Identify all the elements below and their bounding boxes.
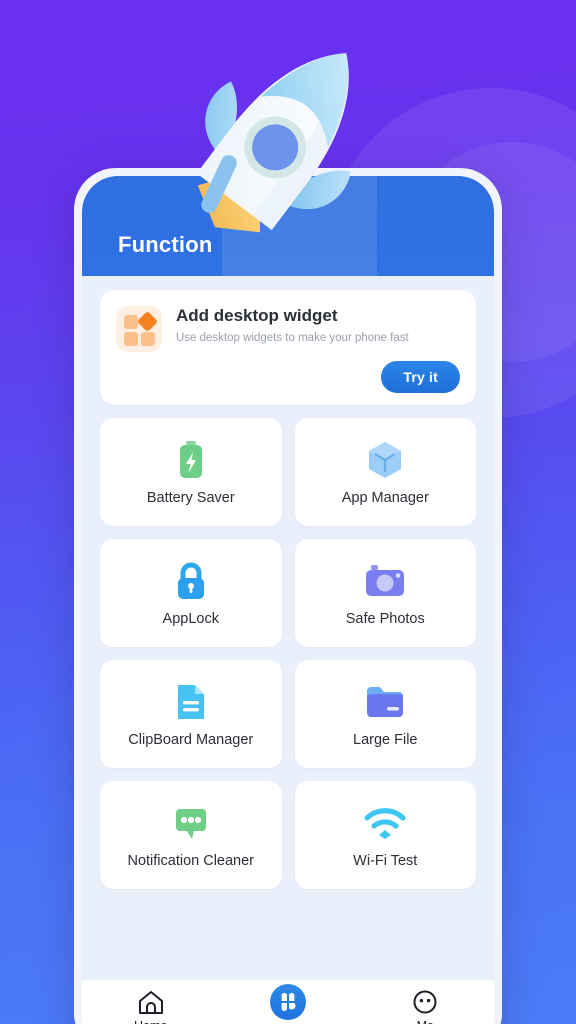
widget-promo-title: Add desktop widget [176, 306, 338, 325]
app-promo-screenshot: Function Add desktop widget Use desktop … [0, 0, 576, 1024]
wifi-icon [363, 801, 407, 845]
face-icon [413, 990, 437, 1014]
camera-icon [364, 559, 406, 603]
nav-item-me[interactable]: Me [379, 988, 471, 1024]
feature-tile-label: Notification Cleaner [127, 853, 255, 869]
widget-promo-subtitle: Use desktop widgets to make your phone f… [176, 332, 409, 345]
nav-item-function[interactable]: Function [242, 984, 334, 1024]
feature-tile-notification-cleaner[interactable]: Notification Cleaner [100, 781, 282, 889]
feature-tile-label: Safe Photos [345, 611, 425, 627]
try-it-button[interactable]: Try it [381, 361, 460, 393]
feature-tile-label: Wi-Fi Test [353, 853, 418, 869]
feature-tile-app-manager[interactable]: App Manager [294, 418, 476, 526]
chat-bubble-icon [173, 801, 209, 845]
phone-screen: Function Add desktop widget Use desktop … [82, 176, 494, 1024]
screen-content: Add desktop widget Use desktop widgets t… [82, 276, 494, 889]
feature-tile-battery-saver[interactable]: Battery Saver [100, 418, 282, 526]
feature-tile-large-file[interactable]: Large File [294, 660, 476, 768]
phone-mockup: Function Add desktop widget Use desktop … [74, 168, 502, 1024]
cube-icon [366, 438, 404, 482]
feature-tile-label: App Manager [341, 490, 429, 506]
nav-item-label: Me [417, 1019, 434, 1024]
feature-tile-applock[interactable]: AppLock [100, 539, 282, 647]
nav-item-home[interactable]: Home [105, 988, 197, 1024]
feature-grid: Battery Saver App Manager AppLock Safe P… [100, 418, 476, 889]
home-icon [138, 991, 163, 1014]
feature-tile-label: AppLock [162, 611, 219, 627]
battery-icon [175, 438, 207, 482]
widget-promo-card[interactable]: Add desktop widget Use desktop widgets t… [100, 290, 476, 405]
lock-icon [174, 559, 208, 603]
bottom-navigation: Home Function [82, 980, 494, 1024]
feature-tile-label: ClipBoard Manager [128, 732, 254, 748]
rocket-illustration [196, 53, 351, 233]
feature-tile-safe-photos[interactable]: Safe Photos [294, 539, 476, 647]
feature-tile-clipboard-manager[interactable]: ClipBoard Manager [100, 660, 282, 768]
feature-tile-wifi-test[interactable]: Wi-Fi Test [294, 781, 476, 889]
function-icon [269, 984, 306, 1020]
nav-item-label: Home [134, 1019, 167, 1024]
folder-icon [365, 680, 405, 724]
document-icon [175, 680, 207, 724]
feature-tile-label: Large File [353, 732, 418, 748]
widget-grid-icon [116, 306, 162, 352]
feature-tile-label: Battery Saver [146, 490, 235, 506]
